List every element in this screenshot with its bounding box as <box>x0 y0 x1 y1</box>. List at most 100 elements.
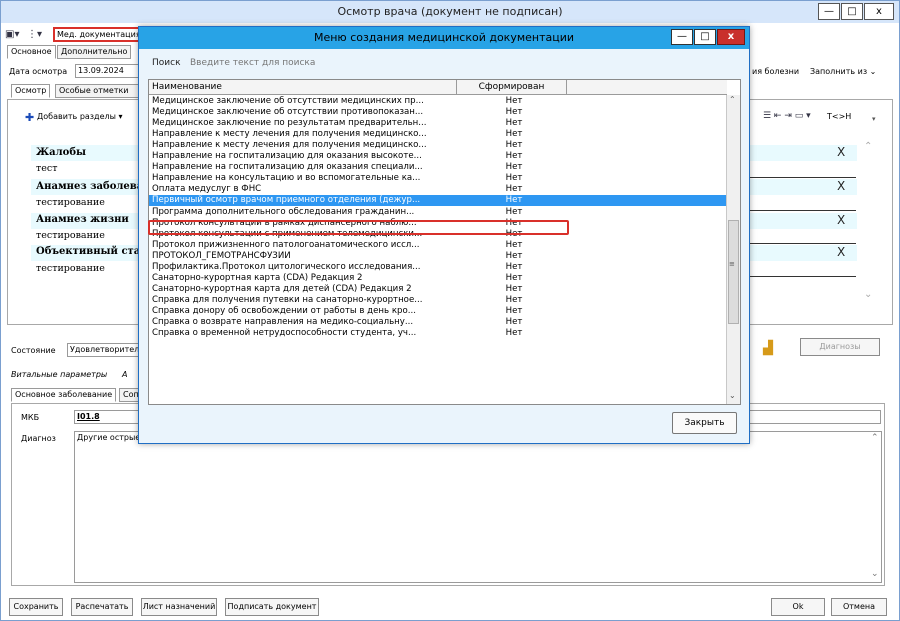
section-close-icon[interactable]: X <box>837 245 845 259</box>
col-header-name[interactable]: Наименование <box>149 80 457 95</box>
row-name: Санаторно-курортная карта (CDA) Редакция… <box>152 272 363 283</box>
table-row[interactable]: Справка донору об освобождении от работы… <box>149 306 727 317</box>
table-row[interactable]: Направление на госпитализацию для оказан… <box>149 151 727 162</box>
table-row[interactable]: Направление к месту лечения для получени… <box>149 129 727 140</box>
section-divider <box>736 177 856 178</box>
table-row[interactable]: Программа дополнительного обследования г… <box>149 207 727 218</box>
editor-scroll-up-icon[interactable]: ⌃ <box>864 141 872 152</box>
tab-special-marks[interactable]: Особые отметки <box>55 84 139 98</box>
section-text[interactable]: тест <box>36 163 57 174</box>
edit-chart-icon[interactable]: ▟ <box>763 341 773 356</box>
templates-menu-icon[interactable]: ⋮▾ <box>27 29 42 40</box>
row-formed: Нет <box>505 151 523 162</box>
table-row[interactable]: Первичный осмотр врачом приемного отделе… <box>149 195 727 207</box>
col-header-formed[interactable]: Сформирован <box>457 80 567 95</box>
row-formed: Нет <box>505 140 523 151</box>
dialog-title: Меню создания медицинской документации <box>313 31 575 44</box>
diagnosis-scroll-down-icon[interactable]: ⌄ <box>871 569 879 579</box>
table-row[interactable]: Оплата медуслуг в ФНС Нет <box>149 184 727 195</box>
close-button[interactable]: Закрыть <box>672 412 737 434</box>
list-format-icon[interactable]: ☰ ⇤ ⇥ ▭ ▾ <box>763 111 811 121</box>
state-field[interactable]: Удовлетворитель <box>67 343 139 357</box>
cancel-button[interactable]: Отмена <box>831 598 887 616</box>
disease-history-label: ия болезни <box>752 67 800 76</box>
ok-button[interactable]: Ok <box>771 598 825 616</box>
row-name: Направление на консультацию и во вспомог… <box>152 173 421 184</box>
section-text[interactable]: тестирование <box>36 263 105 274</box>
state-label: Состояние <box>11 346 56 355</box>
maximize-button[interactable]: □ <box>841 3 863 20</box>
table-row[interactable]: Справка о временной нетрудоспособности с… <box>149 328 727 339</box>
table-row[interactable]: Санаторно-курортная карта для детей (CDA… <box>149 284 727 295</box>
table-row[interactable]: Медицинское заключение об отсутствии мед… <box>149 96 727 107</box>
vital-params-label[interactable]: Витальные параметры <box>11 370 107 379</box>
scroll-down-icon[interactable]: ⌄ <box>729 391 736 400</box>
tab-exam[interactable]: Осмотр <box>11 84 51 98</box>
exam-date-label: Дата осмотра <box>9 67 68 76</box>
section-title: Объективный стат <box>36 246 147 257</box>
section-text[interactable]: тестирование <box>36 197 105 208</box>
dialog-close-button[interactable]: x <box>717 29 745 45</box>
row-formed: Нет <box>505 250 523 261</box>
dialog-maximize-button[interactable]: □ <box>694 29 716 45</box>
prescription-sheet-button[interactable]: Лист назначений <box>141 598 217 616</box>
minimize-button[interactable]: — <box>818 3 840 20</box>
editor-options-icon[interactable]: ▾ <box>872 115 876 123</box>
editor-scroll-down-icon[interactable]: ⌄ <box>864 289 872 300</box>
add-icon: ✚ <box>25 111 35 124</box>
section-close-icon[interactable]: X <box>837 179 845 193</box>
table-row[interactable]: Направление к месту лечения для получени… <box>149 140 727 151</box>
search-input[interactable] <box>187 55 742 71</box>
mkb-field[interactable]: I01.8 <box>74 410 139 424</box>
table-row[interactable]: Профилактика.Протокол цитологического ис… <box>149 262 727 273</box>
table-row[interactable]: Медицинское заключение по результатам пр… <box>149 118 727 129</box>
row-formed: Нет <box>505 272 523 283</box>
editor-tail-button[interactable]: T<>H <box>827 112 851 121</box>
table-row[interactable]: Санаторно-курортная карта (CDA) Редакция… <box>149 273 727 284</box>
section-text[interactable]: тестирование <box>36 230 105 241</box>
fill-from-button[interactable]: Заполнить из ⌄ <box>810 67 876 76</box>
tab-main-disease[interactable]: Основное заболевание <box>11 388 117 402</box>
diagnosis-textarea[interactable]: Другие острые <box>74 431 882 583</box>
exam-date-field[interactable]: 13.09.2024 <box>75 64 139 78</box>
chevron-down-icon: ⌄ <box>869 67 877 76</box>
grid-scrollbar[interactable]: ⌃ ≡ ⌄ <box>726 95 740 404</box>
save-button[interactable]: Сохранить <box>9 598 63 616</box>
mkb-description-field[interactable] <box>749 410 881 424</box>
row-formed: Нет <box>505 162 523 173</box>
row-formed: Нет <box>505 184 523 195</box>
document-menu-icon[interactable]: ▣▾ <box>5 29 19 40</box>
med-doc-dialog: Меню создания медицинской документации —… <box>138 26 750 444</box>
add-sections-button[interactable]: Добавить разделы ▾ <box>37 112 123 121</box>
tab-additional[interactable]: Дополнительно <box>57 45 132 59</box>
sign-document-button[interactable]: Подписать документ <box>225 598 319 616</box>
row-name: Медицинское заключение об отсутствии мед… <box>152 96 424 106</box>
section-close-icon[interactable]: X <box>837 213 845 227</box>
print-button[interactable]: Распечатать <box>71 598 133 616</box>
section-close-icon[interactable]: X <box>837 145 845 159</box>
row-name: Направление на госпитализацию для оказан… <box>152 162 423 173</box>
search-label: Поиск <box>152 58 181 68</box>
table-row[interactable]: Медицинское заключение об отсутствии про… <box>149 107 727 118</box>
table-row[interactable]: ПРОТОКОЛ_ГЕМОТРАНСФУЗИИ Нет <box>149 251 727 262</box>
diagnoses-button[interactable]: Диагнозы <box>800 338 880 356</box>
row-name: Направление к месту лечения для получени… <box>152 140 427 151</box>
row-name: Оплата медуслуг в ФНС <box>152 184 262 195</box>
window-close-button[interactable]: x <box>864 3 894 20</box>
vital-params-tail[interactable]: А <box>122 370 127 379</box>
scroll-thumb[interactable] <box>728 220 739 324</box>
tab-main[interactable]: Основное <box>7 45 56 59</box>
table-row[interactable]: Справка о возврате направления на медико… <box>149 317 727 328</box>
scroll-up-icon[interactable]: ⌃ <box>729 95 736 104</box>
med-doc-button[interactable]: Мед. документация <box>53 27 145 42</box>
row-name: Медицинское заключение по результатам пр… <box>152 118 427 129</box>
scroll-grip-icon: ≡ <box>729 260 735 268</box>
table-row[interactable]: Направление на госпитализацию для оказан… <box>149 162 727 173</box>
dialog-minimize-button[interactable]: — <box>671 29 693 45</box>
section-title: Жалобы <box>36 147 87 158</box>
row-formed: Нет <box>505 118 523 129</box>
diagnosis-scroll-up-icon[interactable]: ⌃ <box>871 433 879 443</box>
table-row[interactable]: Направление на консультацию и во вспомог… <box>149 173 727 184</box>
table-row[interactable]: Справка для получения путевки на санатор… <box>149 295 727 306</box>
table-row[interactable]: Протокол прижизненного патологоанатомиче… <box>149 240 727 251</box>
